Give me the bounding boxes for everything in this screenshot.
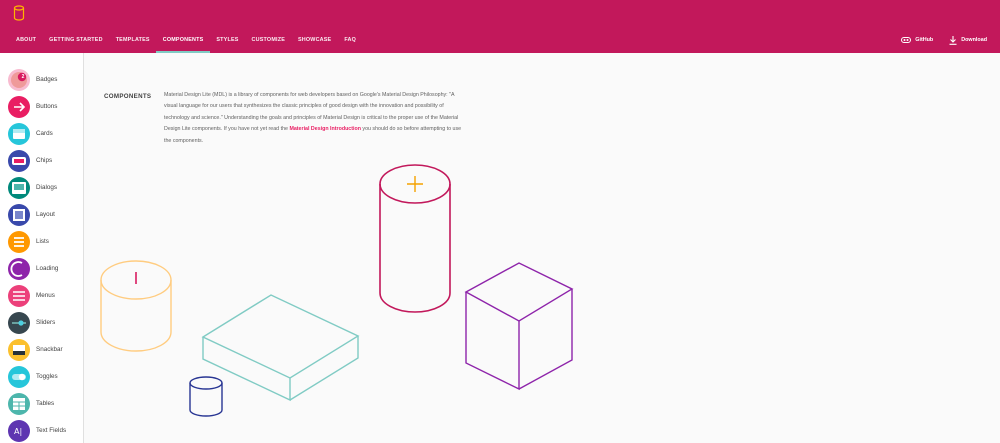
top-app-bar: ABOUT GETTING STARTED TEMPLATES COMPONENTS S… (0, 0, 1000, 53)
table-icon (8, 392, 30, 415)
nav-tab-styles[interactable]: STYLES (210, 27, 245, 53)
nav-tab-about[interactable]: ABOUT (0, 27, 43, 53)
menu-icon (8, 284, 30, 307)
github-icon (901, 37, 912, 43)
layout-icon (8, 203, 30, 226)
sidebar-item-label: Snackbar (36, 346, 63, 353)
sidebar-item-label: Menus (36, 292, 55, 299)
download-label: Download (961, 37, 987, 43)
nav-tab-faq[interactable]: FAQ (338, 27, 363, 53)
arrow-right-icon (8, 95, 30, 118)
snackbar-icon (8, 338, 30, 361)
sidebar-item-buttons[interactable]: Buttons (0, 93, 83, 120)
sidebar-item-cards[interactable]: Cards (0, 120, 83, 147)
download-icon (949, 35, 957, 45)
sidebar-item-snackbar[interactable]: Snackbar (0, 336, 83, 363)
tall-cylinder-shape (379, 164, 451, 313)
text-field-icon: A| (8, 419, 30, 442)
intro-paragraph: Material Design Lite (MDL) is a library … (164, 90, 464, 147)
header-actions: GitHub Download (901, 27, 987, 53)
dialog-icon (8, 176, 30, 199)
github-label: GitHub (915, 37, 934, 43)
sidebar-item-sliders[interactable]: Sliders (0, 309, 83, 336)
sidebar-item-label: Chips (36, 157, 53, 164)
slider-icon (8, 311, 30, 334)
sidebar-item-label: Lists (36, 238, 49, 245)
sidebar-item-label: Loading (36, 265, 59, 272)
nav-tab-getting-started[interactable]: GETTING STARTED (43, 27, 110, 53)
sidebar-item-toggles[interactable]: Toggles (0, 363, 83, 390)
sidebar-item-text-fields[interactable]: A| Text Fields (0, 417, 83, 443)
nav-tab-customize[interactable]: CUSTOMIZE (245, 27, 291, 53)
teal-box-shape (201, 294, 360, 402)
sidebar-item-lists[interactable]: Lists (0, 228, 83, 255)
sidebar-item-layout[interactable]: Layout (0, 201, 83, 228)
sidebar-item-tables[interactable]: Tables (0, 390, 83, 417)
cylinder-logo-icon[interactable] (13, 5, 25, 21)
chip-icon (8, 149, 30, 172)
github-link[interactable]: GitHub (901, 37, 933, 43)
sidebar-item-label: Badges (36, 76, 58, 83)
list-icon (8, 230, 30, 253)
main-content: COMPONENTS Material Design Lite (MDL) is… (84, 53, 1000, 443)
section-title: COMPONENTS (104, 93, 152, 100)
download-link[interactable]: Download (949, 35, 987, 45)
sidebar-item-label: Layout (36, 211, 55, 218)
sidebar-item-badges[interactable]: 2 Badges (0, 66, 83, 93)
badge-icon: 2 (8, 68, 30, 91)
svg-text:A|: A| (14, 427, 22, 436)
material-design-intro-link[interactable]: Material Design Introduction (289, 126, 361, 132)
sidebar-item-dialogs[interactable]: Dialogs (0, 174, 83, 201)
toggle-icon (8, 365, 30, 388)
purple-cube-shape (464, 262, 574, 391)
loading-icon (8, 257, 30, 280)
peach-cylinder-shape (100, 260, 172, 352)
nav-tab-showcase[interactable]: SHOWCASE (292, 27, 338, 53)
nav-tab-templates[interactable]: TEMPLATES (109, 27, 156, 53)
sidebar-item-label: Text Fields (36, 427, 67, 434)
badge-count: 2 (21, 73, 25, 80)
sidebar-item-loading[interactable]: Loading (0, 255, 83, 282)
sidebar-item-label: Tables (36, 400, 55, 407)
small-cylinder-shape (189, 376, 223, 417)
sidebar-item-label: Toggles (36, 373, 58, 380)
sidebar-item-chips[interactable]: Chips (0, 147, 83, 174)
sidebar-item-label: Sliders (36, 319, 56, 326)
main-nav: ABOUT GETTING STARTED TEMPLATES COMPONENTS S… (0, 27, 363, 53)
components-sidebar: 2 Badges Buttons Cards Chips Dialogs Layout Lis… (0, 53, 84, 443)
sidebar-item-label: Buttons (36, 103, 58, 110)
sidebar-item-label: Cards (36, 130, 53, 137)
nav-tab-components[interactable]: COMPONENTS (156, 27, 210, 53)
sidebar-item-menus[interactable]: Menus (0, 282, 83, 309)
sidebar-item-label: Dialogs (36, 184, 57, 191)
card-icon (8, 122, 30, 145)
